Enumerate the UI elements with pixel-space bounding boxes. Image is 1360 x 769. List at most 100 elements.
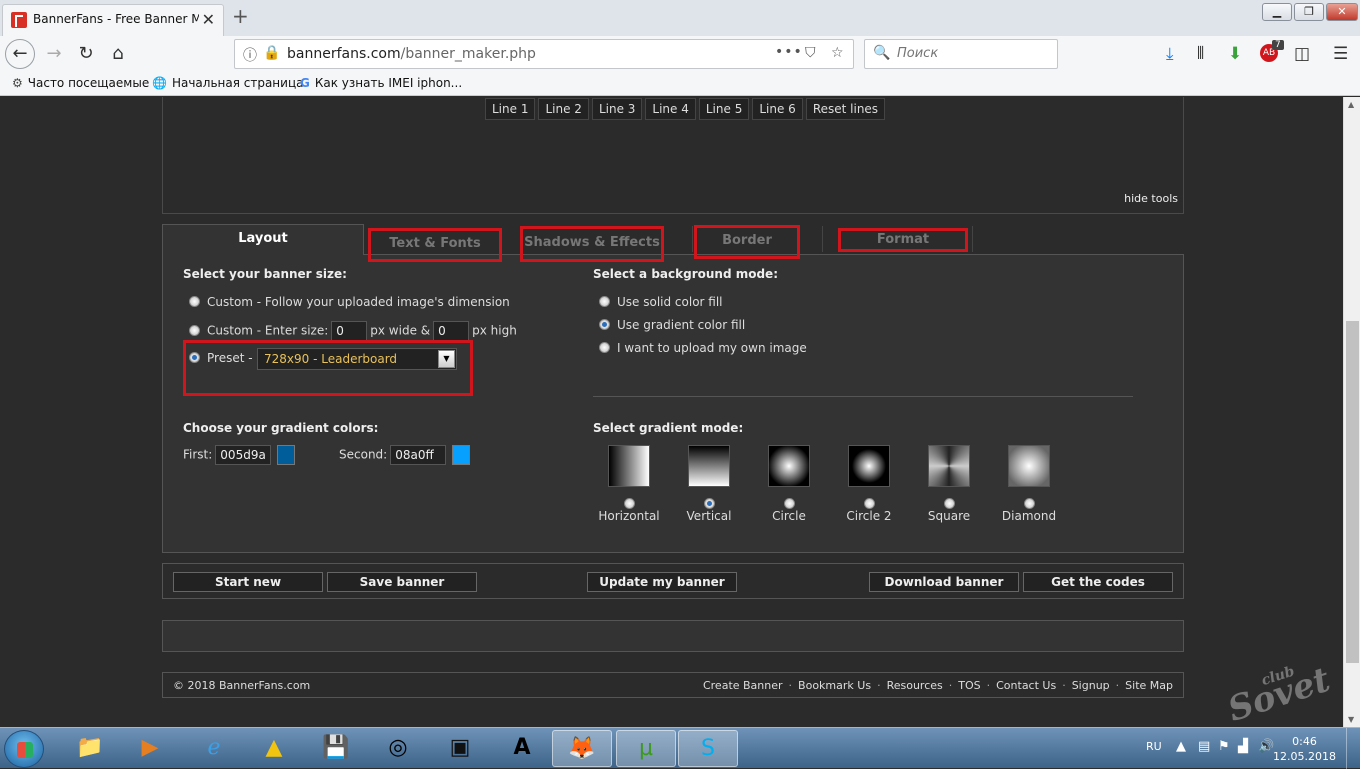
action-center-icon[interactable]: ⚑ bbox=[1218, 739, 1230, 754]
downloads-icon[interactable]: ⤓ bbox=[1166, 44, 1174, 64]
aimp-taskbar-icon[interactable]: ▲ bbox=[244, 730, 304, 767]
tray-device-icon[interactable]: ▤ bbox=[1198, 739, 1210, 754]
skype-taskbar-icon[interactable]: S bbox=[678, 730, 738, 767]
radio-custom-size[interactable] bbox=[189, 324, 200, 336]
gradient-mode-circle[interactable]: Circle bbox=[749, 445, 829, 523]
page-scrollbar[interactable]: ▲ ▼ bbox=[1343, 97, 1360, 727]
chrome-taskbar-icon[interactable]: ◎ bbox=[368, 730, 428, 767]
radio-solid[interactable] bbox=[599, 296, 610, 307]
radio-square[interactable] bbox=[943, 498, 955, 509]
menu-icon[interactable]: ☰ bbox=[1333, 44, 1348, 64]
bookmark-imei[interactable]: G Как узнать IMEI iphon... bbox=[300, 76, 462, 90]
gradient-mode-vertical[interactable]: Vertical bbox=[669, 445, 749, 523]
bg-option-gradient[interactable]: Use gradient color fill bbox=[599, 318, 745, 332]
tab-border[interactable]: Border bbox=[694, 225, 800, 259]
language-indicator[interactable]: RU bbox=[1146, 740, 1162, 753]
radio-circle[interactable] bbox=[783, 498, 795, 509]
footer-link-create-banner[interactable]: Create Banner bbox=[703, 679, 783, 692]
radio-gradient[interactable] bbox=[599, 319, 610, 330]
close-window-button[interactable]: ✕ bbox=[1326, 3, 1358, 21]
gradient-mode-circle-2[interactable]: Circle 2 bbox=[829, 445, 909, 523]
second-color-input[interactable]: 08a0ff bbox=[390, 445, 447, 465]
line-3-button[interactable]: Line 3 bbox=[591, 98, 643, 120]
search-input[interactable] bbox=[895, 45, 1045, 62]
line-5-button[interactable]: Line 5 bbox=[698, 98, 750, 120]
tv-app-taskbar-icon[interactable]: ▣ bbox=[430, 730, 490, 767]
save-banner-button[interactable]: Save banner bbox=[327, 572, 477, 592]
radio-follow-image[interactable] bbox=[189, 296, 200, 307]
line-1-button[interactable]: Line 1 bbox=[485, 98, 536, 120]
footer-link-tos[interactable]: TOS bbox=[958, 679, 980, 692]
back-button[interactable]: ← bbox=[5, 39, 35, 69]
footer-link-bookmark[interactable]: Bookmark Us bbox=[798, 679, 871, 692]
sidebar-icon[interactable]: ◫ bbox=[1294, 44, 1310, 64]
show-desktop-button[interactable] bbox=[1346, 728, 1360, 769]
first-color-swatch[interactable] bbox=[277, 445, 296, 465]
radio-upload[interactable] bbox=[599, 342, 610, 353]
tray-expand-icon[interactable]: ▲ bbox=[1176, 739, 1186, 754]
footer-link-contact[interactable]: Contact Us bbox=[996, 679, 1056, 692]
restore-window-button[interactable]: ❐ bbox=[1294, 3, 1324, 21]
firefox-taskbar-icon[interactable]: 🦊 bbox=[552, 730, 612, 767]
radio-vertical[interactable] bbox=[703, 498, 715, 509]
search-bar[interactable]: 🔍 bbox=[864, 39, 1058, 69]
library-icon[interactable]: ⫴ bbox=[1197, 44, 1204, 64]
tab-text-fonts[interactable]: Text & Fonts bbox=[368, 228, 502, 262]
get-codes-button[interactable]: Get the codes bbox=[1023, 572, 1173, 592]
scrollbar-thumb[interactable] bbox=[1346, 321, 1359, 663]
bookmark-most-visited[interactable]: ⚙ Часто посещаемые bbox=[12, 76, 149, 90]
gradient-mode-diamond[interactable]: Diamond bbox=[989, 445, 1069, 523]
address-bar[interactable]: ⓘ 🔒 bannerfans.com/banner_maker.php ••• … bbox=[234, 39, 854, 69]
pocket-icon[interactable]: ⛉ bbox=[805, 45, 816, 61]
download-banner-button[interactable]: Download banner bbox=[869, 572, 1019, 592]
bg-option-upload[interactable]: I want to upload my own image bbox=[599, 341, 807, 355]
footer-link-sitemap[interactable]: Site Map bbox=[1125, 679, 1173, 692]
tab-format[interactable]: Format bbox=[838, 228, 968, 252]
line-4-button[interactable]: Line 4 bbox=[645, 98, 696, 120]
line-6-button[interactable]: Line 6 bbox=[752, 98, 803, 120]
new-tab-icon[interactable]: + bbox=[232, 4, 249, 28]
clock[interactable]: 0:46 12.05.2018 bbox=[1273, 734, 1336, 764]
reload-button[interactable]: ↻ bbox=[72, 41, 100, 67]
volume-icon[interactable]: 🔊 bbox=[1258, 739, 1274, 754]
gradient-mode-horizontal[interactable]: Horizontal bbox=[589, 445, 669, 523]
radio-horizontal[interactable] bbox=[623, 498, 635, 509]
network-icon[interactable]: ▟ bbox=[1238, 739, 1248, 754]
size-option-custom[interactable]: Custom - Enter size: 0 px wide & 0 px high bbox=[189, 321, 517, 341]
minimize-window-button[interactable]: ▁ bbox=[1262, 3, 1292, 21]
scroll-up-icon[interactable]: ▲ bbox=[1348, 100, 1354, 109]
start-new-button[interactable]: Start new bbox=[173, 572, 323, 592]
radio-circle-2[interactable] bbox=[863, 498, 875, 509]
page-actions-icon[interactable]: ••• bbox=[775, 44, 803, 60]
hide-tools-link[interactable]: hide tools bbox=[1124, 192, 1178, 205]
close-tab-icon[interactable]: ✕ bbox=[202, 10, 215, 29]
tab-layout[interactable]: Layout bbox=[162, 224, 364, 255]
footer-link-resources[interactable]: Resources bbox=[887, 679, 943, 692]
save-taskbar-icon[interactable]: 💾 bbox=[306, 730, 366, 767]
forward-button[interactable]: → bbox=[40, 41, 68, 67]
first-color-input[interactable]: 005d9a bbox=[215, 445, 272, 465]
line-2-button[interactable]: Line 2 bbox=[538, 98, 589, 120]
height-input[interactable]: 0 bbox=[433, 321, 470, 341]
insecure-lock-icon[interactable]: 🔒 bbox=[263, 45, 280, 61]
update-banner-button[interactable]: Update my banner bbox=[587, 572, 737, 592]
utorrent-taskbar-icon[interactable]: µ bbox=[616, 730, 676, 767]
font-app-taskbar-icon[interactable]: A bbox=[492, 730, 552, 767]
bg-option-solid[interactable]: Use solid color fill bbox=[599, 295, 723, 309]
home-button[interactable]: ⌂ bbox=[104, 41, 132, 67]
tab-shadows-effects[interactable]: Shadows & Effects bbox=[520, 226, 664, 262]
bookmark-home-page[interactable]: 🌐 Начальная страница bbox=[152, 76, 303, 90]
second-color-swatch[interactable] bbox=[452, 445, 471, 465]
reset-lines-button[interactable]: Reset lines bbox=[805, 98, 886, 120]
scroll-down-icon[interactable]: ▼ bbox=[1348, 715, 1354, 724]
media-player-taskbar-icon[interactable]: ▶ bbox=[120, 730, 180, 767]
browser-tab[interactable]: BannerFans - Free Banner Maker ✕ bbox=[2, 4, 224, 36]
bookmark-star-icon[interactable]: ☆ bbox=[831, 45, 844, 61]
footer-link-signup[interactable]: Signup bbox=[1072, 679, 1110, 692]
size-option-follow-image[interactable]: Custom - Follow your uploaded image's di… bbox=[189, 295, 510, 309]
download-helper-icon[interactable]: ⬇ bbox=[1228, 44, 1242, 64]
width-input[interactable]: 0 bbox=[331, 321, 368, 341]
radio-diamond[interactable] bbox=[1023, 498, 1035, 509]
gradient-mode-square[interactable]: Square bbox=[909, 445, 989, 523]
info-icon[interactable]: ⓘ bbox=[243, 45, 257, 65]
